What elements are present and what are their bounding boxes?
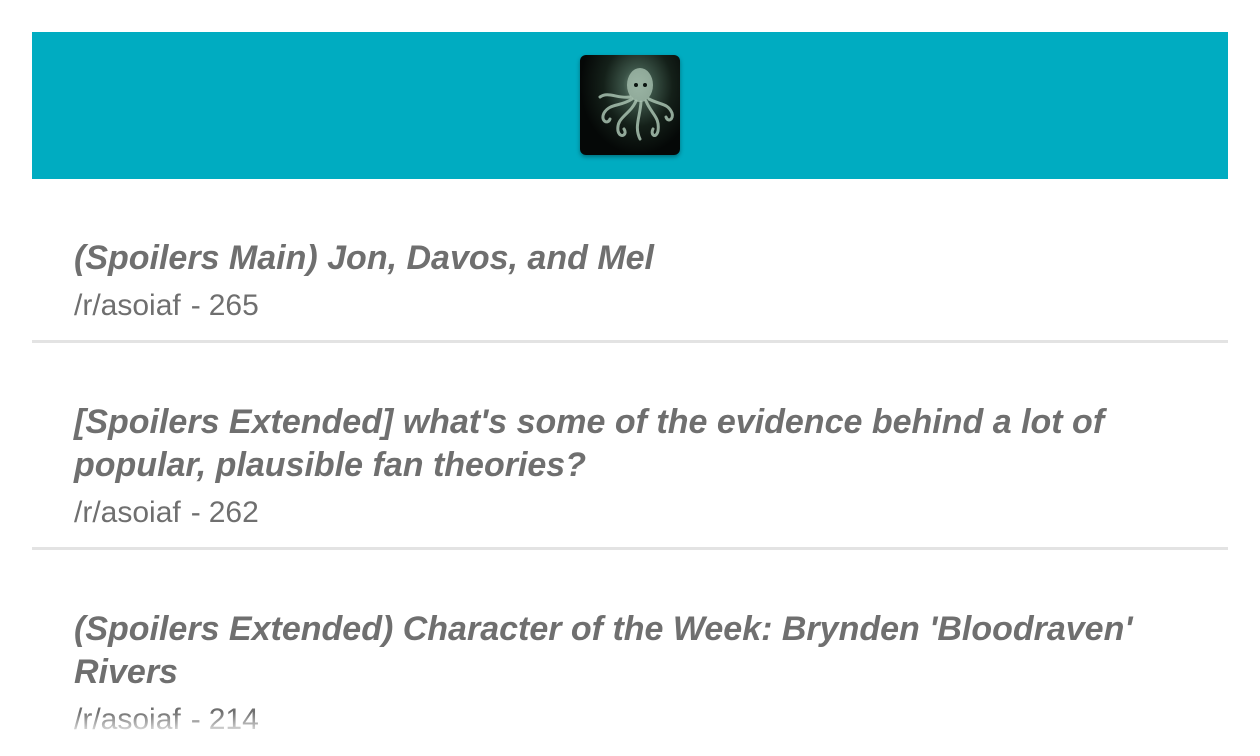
post-meta: /r/asoiaf -214 bbox=[74, 700, 1186, 740]
post-list: (Spoilers Main) Jon, Davos, and Mel /r/a… bbox=[32, 179, 1228, 754]
list-item[interactable]: (Spoilers Main) Jon, Davos, and Mel /r/a… bbox=[32, 179, 1228, 343]
post-subreddit[interactable]: /r/asoiaf bbox=[74, 289, 181, 322]
post-meta: /r/asoiaf -265 bbox=[74, 286, 1186, 326]
post-subreddit[interactable]: /r/asoiaf bbox=[74, 703, 181, 736]
post-subreddit[interactable]: /r/asoiaf bbox=[74, 496, 181, 529]
post-meta: /r/asoiaf -262 bbox=[74, 493, 1186, 533]
post-title[interactable]: (Spoilers Extended) Character of the Wee… bbox=[74, 608, 1186, 694]
meta-separator: - bbox=[190, 496, 201, 529]
app-screen: (Spoilers Main) Jon, Davos, and Mel /r/a… bbox=[0, 0, 1260, 756]
subreddit-header bbox=[32, 32, 1228, 179]
post-title[interactable]: [Spoilers Extended] what's some of the e… bbox=[74, 401, 1186, 487]
post-score: 262 bbox=[208, 496, 259, 529]
list-item[interactable]: (Spoilers Extended) Character of the Wee… bbox=[32, 550, 1228, 754]
octopus-icon[interactable] bbox=[580, 55, 680, 155]
post-score: 265 bbox=[208, 289, 259, 322]
post-title[interactable]: (Spoilers Main) Jon, Davos, and Mel bbox=[74, 237, 1186, 280]
list-item[interactable]: [Spoilers Extended] what's some of the e… bbox=[32, 343, 1228, 550]
post-score: 214 bbox=[208, 703, 259, 736]
meta-separator: - bbox=[190, 289, 201, 322]
meta-separator: - bbox=[190, 703, 201, 736]
